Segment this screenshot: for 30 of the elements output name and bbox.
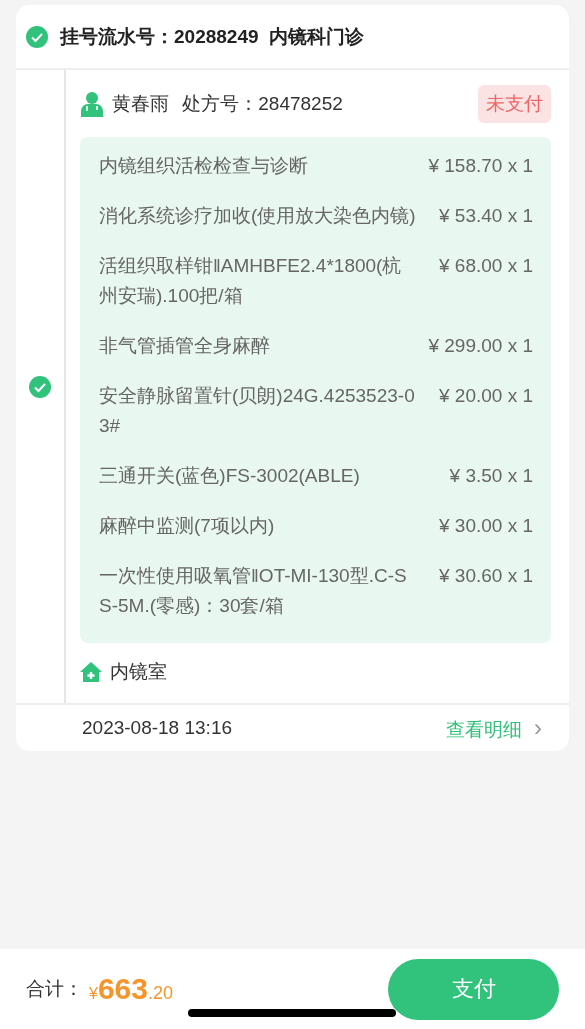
- total-amount: ¥663.20: [88, 972, 173, 1006]
- item-name: 内镜组织活检检查与诊断: [99, 154, 309, 178]
- prescription-number: 处方号：28478252: [181, 92, 343, 116]
- item-price: ¥ 53.40 x 1: [438, 204, 533, 228]
- item-price: ¥ 68.00 x 1: [438, 254, 533, 278]
- room-name: 内镜室: [110, 660, 167, 684]
- item-price: ¥ 30.00 x 1: [438, 514, 533, 538]
- item-name: 活组织取样钳‖AMHBFE2.4*1800(杭州安瑞).100把/箱: [99, 254, 403, 308]
- item-name: 三通开关(蓝色)FS-3002(ABLE): [99, 464, 361, 488]
- doctor-icon: [80, 91, 104, 117]
- item-name: 消化系统诊疗加收(使用放大染色内镜): [99, 204, 417, 228]
- item-price: ¥ 299.00 x 1: [428, 334, 533, 358]
- detail-link[interactable]: 查看明细 ›: [446, 713, 542, 743]
- checkbox[interactable]: [26, 25, 48, 48]
- item-name: 非气管插管全身麻醉: [99, 334, 271, 358]
- item-name: 安全静脉留置针(贝朗)24G.4253523-03#: [99, 384, 416, 438]
- clinic-icon: [80, 661, 102, 683]
- item-price: ¥ 30.60 x 1: [438, 564, 533, 588]
- checkbox[interactable]: [29, 375, 51, 398]
- doctor-name: 黄春雨: [112, 92, 169, 116]
- item-price: ¥ 20.00 x 1: [438, 384, 533, 408]
- item-price: ¥ 158.70 x 1: [428, 154, 533, 178]
- item-price: ¥ 3.50 x 1: [449, 464, 533, 488]
- total-label: 合计：: [26, 977, 83, 1001]
- payment-status: 未支付: [478, 85, 551, 123]
- item-name: 一次性使用吸氧管‖OT-MI-130型.C-SS-5M.(零感)：30套/箱: [99, 564, 408, 618]
- pay-button[interactable]: 支付: [388, 958, 559, 1020]
- item-name: 麻醉中监测(7项以内): [99, 514, 276, 538]
- registration-title: 挂号流水号：20288249 内镜科门诊: [60, 24, 365, 49]
- prescription-date: 2023-08-18 13:16: [82, 717, 232, 739]
